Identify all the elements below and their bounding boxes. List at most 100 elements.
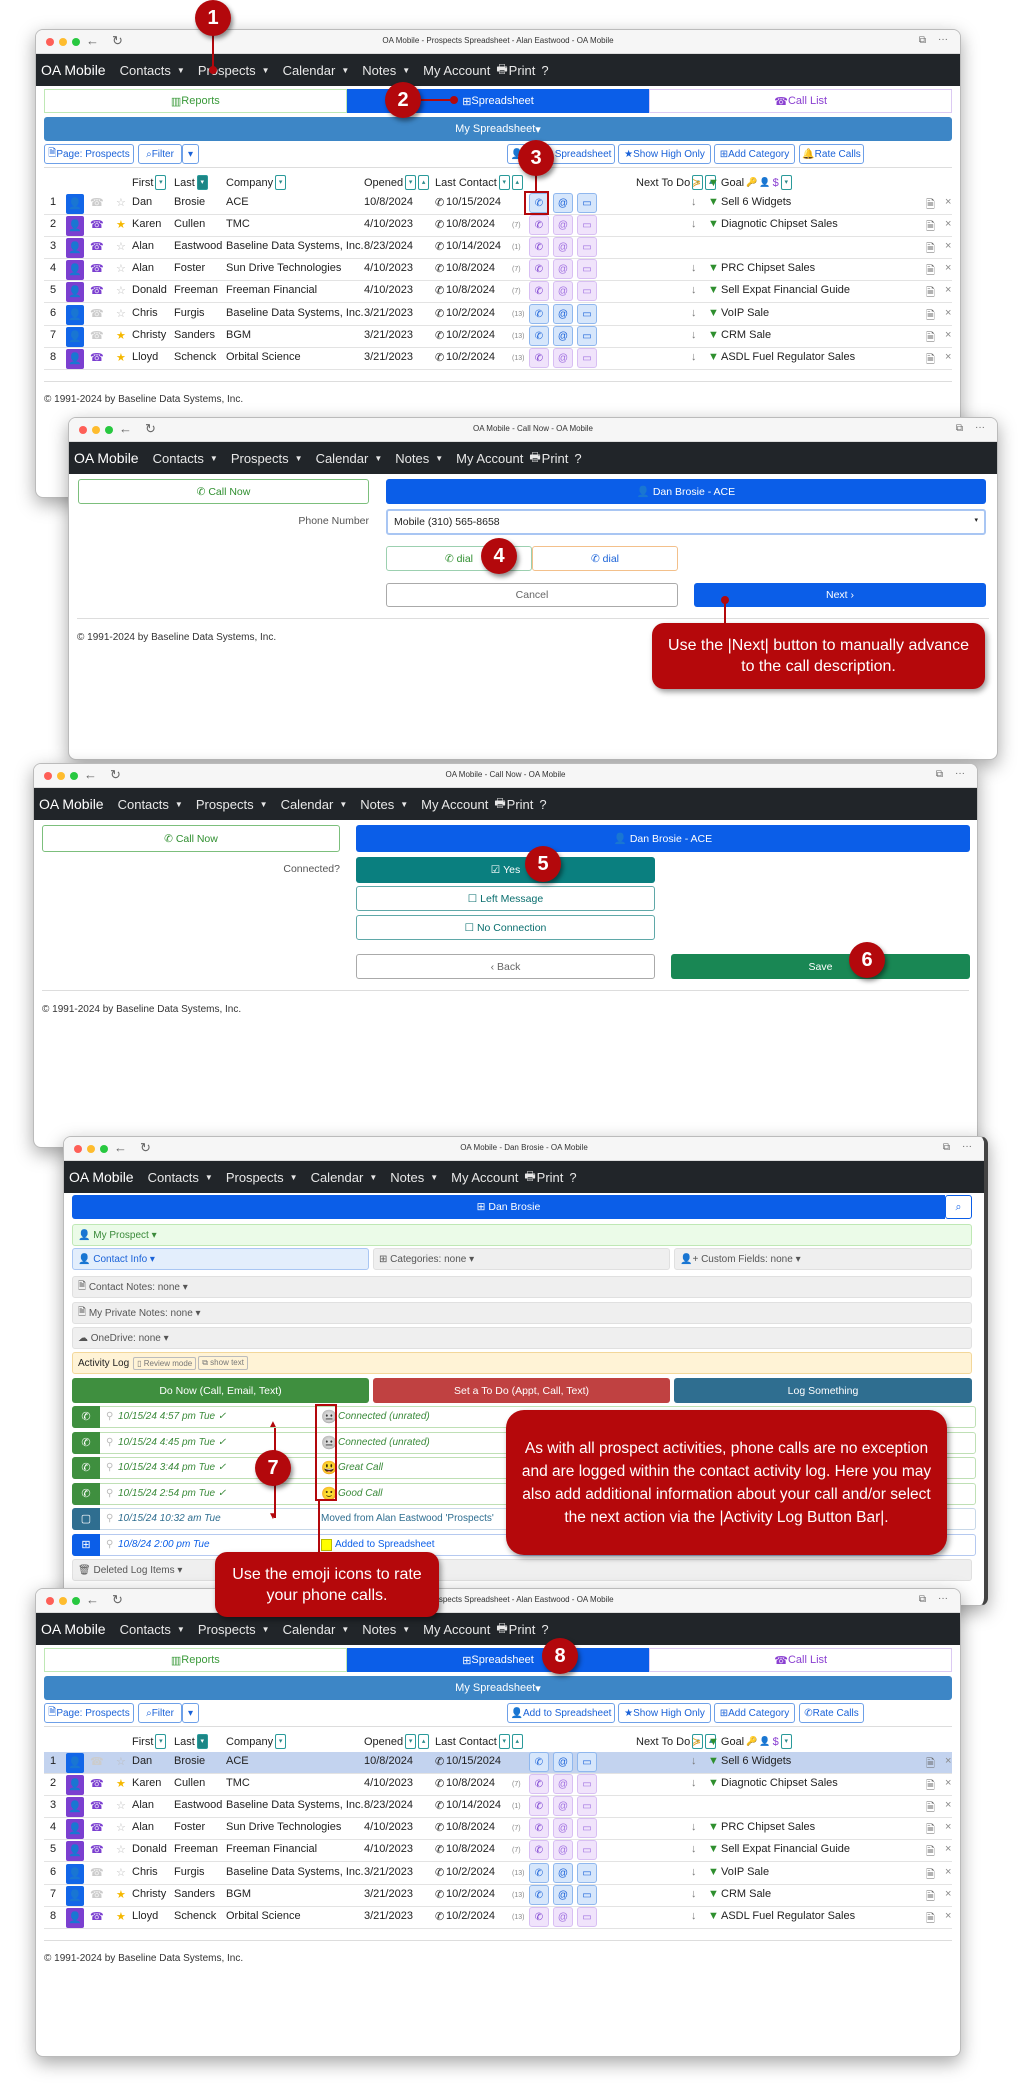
do-now-button[interactable]: Do Now (Call, Email, Text) <box>72 1378 369 1403</box>
email-button[interactable]: @ <box>553 1840 573 1861</box>
nav-prospects[interactable]: Prospects <box>198 63 256 78</box>
nav-calendar[interactable]: Calendar <box>283 63 336 78</box>
text-message-button[interactable]: ▭ <box>577 237 597 258</box>
sort-down-button[interactable]: ▾ <box>155 1734 167 1749</box>
nav-prospects[interactable]: Prospects <box>196 797 254 812</box>
telephone-icon[interactable]: ☎ <box>90 1910 104 1923</box>
text-message-button[interactable]: ▭ <box>577 347 597 368</box>
arrow-down-icon[interactable]: ↓ <box>691 1755 697 1767</box>
email-button[interactable]: @ <box>553 259 573 280</box>
email-button[interactable]: @ <box>553 347 573 368</box>
avatar-icon[interactable]: 👤 <box>66 1797 84 1818</box>
star-icon[interactable]: ☆ <box>116 1843 126 1856</box>
column-header-opened[interactable]: Opened ▾ ▴ <box>364 1734 430 1749</box>
nav-notes[interactable]: Notes <box>360 797 394 812</box>
nav-[interactable]: ? <box>541 1622 548 1637</box>
telephone-icon[interactable]: ☎ <box>90 1777 104 1790</box>
delete-icon[interactable]: × <box>945 240 951 252</box>
call-button[interactable]: ✆ <box>529 1862 549 1883</box>
brand-logo[interactable]: OA Mobile <box>74 450 139 466</box>
call-now-button[interactable]: ✆ Call Now <box>42 825 340 852</box>
table-row[interactable]: 6 👤 ☎ ☆ Chris Furgis Baseline Data Systems, In… <box>44 303 952 326</box>
more-icon[interactable]: ··· <box>962 1141 972 1152</box>
star-icon[interactable]: ☆ <box>116 1821 126 1834</box>
page-prospects-button[interactable]: 🗎 Page: Prospects <box>44 1703 134 1723</box>
text-message-button[interactable]: ▭ <box>577 259 597 280</box>
table-row[interactable]: 3 👤 ☎ ☆ Alan Eastwood Baseline Data Systems, I… <box>44 237 952 260</box>
left-message-option[interactable]: ☐ Left Message <box>356 886 655 911</box>
document-icon[interactable]: 🗎 <box>926 1799 935 1818</box>
delete-icon[interactable]: × <box>945 1755 951 1767</box>
call-now-button[interactable]: ✆ Call Now <box>78 479 369 504</box>
call-button[interactable]: ✆ <box>529 281 549 302</box>
spreadsheet-selector[interactable]: My Spreadsheet ▾ <box>44 1676 952 1700</box>
nav-[interactable]: ? <box>539 797 546 812</box>
add-to-spreadsheet-button[interactable]: 👤 Add to Spreadsheet <box>507 1703 615 1723</box>
avatar-icon[interactable]: 👤 <box>66 1753 84 1773</box>
telephone-icon[interactable]: ☎ <box>90 218 104 231</box>
table-row[interactable]: 5 👤 ☎ ☆ Donald Freeman Freeman Financial 4/10/2… <box>44 281 952 304</box>
rate-calls-button[interactable]: 🔔 Rate Calls <box>799 144 864 164</box>
nav-[interactable]: ? <box>541 63 548 78</box>
column-header-goal[interactable]: ▼ Goal 🔑 👤 $ ▾ <box>708 175 792 190</box>
filter-dropdown-button[interactable]: ▾ <box>182 1703 199 1723</box>
spreadsheet-selector[interactable]: My Spreadsheet ▾ <box>44 117 952 141</box>
nav-contacts[interactable]: Contacts <box>153 451 204 466</box>
star-icon[interactable]: ☆ <box>116 284 126 297</box>
document-icon[interactable]: 🗎 <box>926 240 935 259</box>
avatar-icon[interactable]: 👤 <box>66 1885 84 1906</box>
pin-icon[interactable]: ⚲ <box>106 1513 113 1524</box>
star-icon[interactable]: ☆ <box>116 1866 126 1879</box>
star-icon[interactable]: ☆ <box>116 1799 126 1812</box>
sort-dropdown[interactable]: ▾ <box>780 175 792 190</box>
email-button[interactable]: @ <box>553 215 573 236</box>
document-icon[interactable]: 🗎 <box>926 1821 935 1840</box>
table-row[interactable]: 4 👤 ☎ ☆ Alan Foster Sun Drive Technologies 4/10… <box>44 259 952 282</box>
call-button[interactable]: ✆ <box>529 347 549 368</box>
reader-icon[interactable]: ⧉ <box>956 423 963 434</box>
avatar-icon[interactable]: 👤 <box>66 1841 84 1862</box>
nav-prospects[interactable]: Prospects <box>226 1170 284 1185</box>
column-header-next[interactable]: Next To Do ▾ ▴ <box>636 1734 717 1749</box>
call-button[interactable]: ✆ <box>529 1818 549 1839</box>
telephone-icon[interactable]: ☎ <box>90 1755 104 1768</box>
brand-logo[interactable]: OA Mobile <box>41 62 106 78</box>
telephone-icon[interactable]: ☎ <box>90 284 104 297</box>
nav-print[interactable]: Print <box>537 1170 564 1185</box>
table-row[interactable]: 1 👤 ☎ ☆ Dan Brosie ACE 10/8/2024 ✆ 10/15/2024 ✆ @ ▭ ↓… <box>44 193 952 215</box>
email-button[interactable]: @ <box>553 1862 573 1883</box>
column-header-opened[interactable]: Opened ▾ ▴ <box>364 175 430 190</box>
filter-dropdown-button[interactable]: ▾ <box>182 144 199 164</box>
telephone-icon[interactable]: ☎ <box>90 1799 104 1812</box>
telephone-icon[interactable]: ☎ <box>90 262 104 275</box>
call-button[interactable]: ✆ <box>529 303 549 324</box>
tab-reports[interactable]: ▥ Reports <box>44 1648 347 1672</box>
add-category-button[interactable]: ⊞ Add Category <box>714 1703 795 1723</box>
text-message-button[interactable]: ▭ <box>577 1862 597 1883</box>
delete-icon[interactable]: × <box>945 1821 951 1833</box>
delete-icon[interactable]: × <box>945 307 951 319</box>
call-button[interactable]: ✆ <box>529 1906 549 1927</box>
filter-button[interactable]: ⌕ Filter <box>138 1703 182 1723</box>
text-message-button[interactable]: ▭ <box>577 193 597 213</box>
nav-prospects[interactable]: Prospects <box>198 1622 256 1637</box>
sort-down-button[interactable]: ▾ <box>275 175 287 190</box>
telephone-icon[interactable]: ☎ <box>90 329 104 342</box>
show-high-only-button[interactable]: ★ Show High Only <box>618 144 711 164</box>
document-icon[interactable]: 🗎 <box>926 329 935 348</box>
more-icon[interactable]: ··· <box>955 768 965 779</box>
brand-logo[interactable]: OA Mobile <box>69 1169 134 1185</box>
avatar-icon[interactable]: 👤 <box>66 194 84 214</box>
contact-header-button[interactable]: 👤 Dan Brosie - ACE <box>356 825 970 852</box>
telephone-icon[interactable]: ☎ <box>90 351 104 364</box>
table-row[interactable]: 8 👤 ☎ ★ Lloyd Schenck Orbital Science 3/21/2023… <box>44 1906 952 1929</box>
document-icon[interactable]: 🗎 <box>926 1866 935 1885</box>
sort-dropdown[interactable]: ▾ <box>780 1734 792 1749</box>
email-button[interactable]: @ <box>553 1796 573 1817</box>
double-chevron-icon[interactable]: ≽ <box>692 1735 701 1748</box>
nav-notes[interactable]: Notes <box>390 1170 424 1185</box>
arrow-down-icon[interactable]: ↓ <box>691 1821 697 1833</box>
save-button[interactable]: Save <box>671 954 970 979</box>
arrow-down-icon[interactable]: ↓ <box>691 307 697 319</box>
pin-icon[interactable]: ⚲ <box>106 1411 113 1422</box>
